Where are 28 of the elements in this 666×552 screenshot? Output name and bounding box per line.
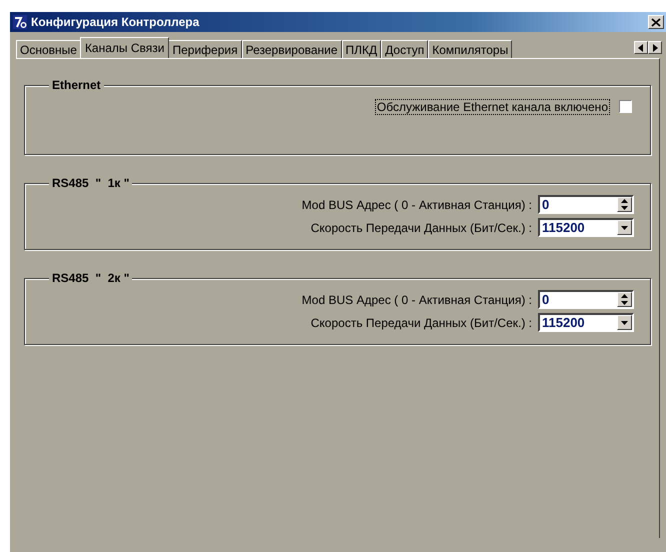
dropdown-arrow-icon [621, 320, 628, 324]
spin-arrows-icon [621, 294, 628, 305]
spin-arrows-icon [621, 199, 628, 210]
scroll-left-button[interactable] [634, 41, 648, 54]
scroll-right-button[interactable] [648, 41, 662, 54]
tab[interactable]: Каналы Связи [80, 37, 170, 58]
tab[interactable]: Резервирование [242, 40, 342, 58]
left-triangle-icon [638, 44, 644, 52]
field-label: Mod BUS Адрес ( 0 - Активная Станция) : [302, 292, 532, 306]
tab[interactable]: Основные [16, 40, 81, 58]
window-title: Конфигурация Контроллера [31, 15, 200, 29]
field-label: Обслуживание Ethernet канала включено [376, 100, 609, 114]
field-label: Mod BUS Адрес ( 0 - Активная Станция) : [302, 198, 532, 212]
close-button[interactable] [648, 15, 664, 29]
app-logo-icon [13, 15, 27, 29]
spin-field[interactable]: 0 [538, 290, 634, 309]
dropdown-arrow-icon [621, 226, 628, 230]
tab[interactable]: Компиляторы [428, 40, 512, 58]
field-label: Скорость Передачи Данных (Бит/Сек.) : [310, 316, 532, 330]
field-label: Скорость Передачи Данных (Бит/Сек.) : [310, 220, 532, 234]
tab[interactable]: Периферия [168, 40, 242, 58]
right-triangle-icon [652, 44, 658, 52]
dropdown-field[interactable]: 115200 [538, 313, 634, 332]
dropdown-field[interactable]: 115200 [538, 218, 634, 237]
checkbox[interactable] [619, 100, 632, 113]
tab[interactable]: Доступ [381, 40, 428, 58]
tab[interactable]: ПЛКД [342, 40, 382, 58]
spin-field[interactable]: 0 [538, 195, 634, 214]
